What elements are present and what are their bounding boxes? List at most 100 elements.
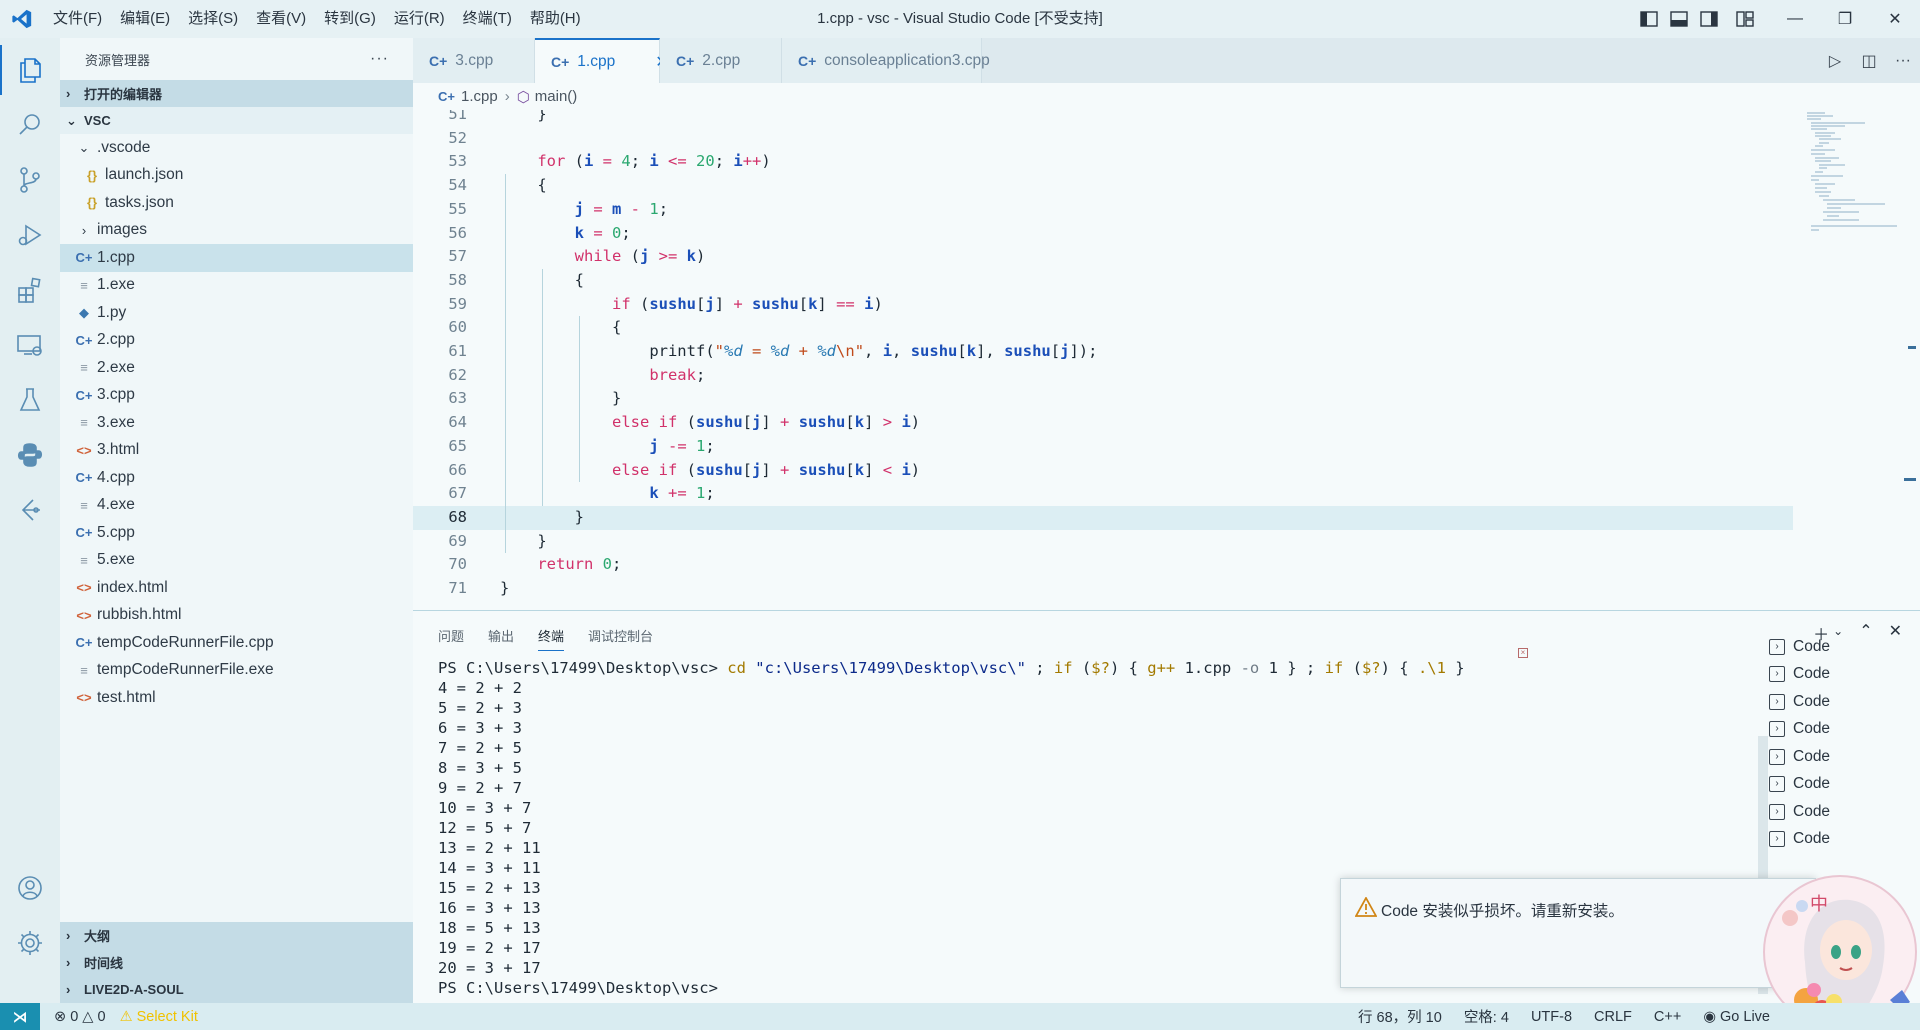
tree-item[interactable]: ≡ 3.exe bbox=[60, 409, 413, 437]
tree-item[interactable]: ≡ 2.exe bbox=[60, 354, 413, 382]
editor-tab[interactable]: C+ 2.cpp bbox=[660, 38, 782, 83]
tree-item[interactable]: ◆ 1.py bbox=[60, 299, 413, 327]
code-editor[interactable]: 51 } 52 53 for (i = 4; i <= 20; i++) 54 {55… bbox=[413, 110, 1920, 610]
panel-tab[interactable]: 问题 bbox=[438, 626, 464, 651]
cpp-file-icon: C+ bbox=[551, 53, 570, 70]
tree-item[interactable]: ≡ tempCodeRunnerFile.exe bbox=[60, 657, 413, 685]
menu-item[interactable]: 运行(R) bbox=[385, 0, 454, 38]
terminal-output[interactable]: PS C:\Users\17499\Desktop\vsc> cd "c:\Us… bbox=[438, 658, 1465, 998]
panel-tab[interactable]: 终端 bbox=[538, 626, 565, 651]
tree-item-label: tempCodeRunnerFile.exe bbox=[97, 661, 274, 679]
search-icon[interactable] bbox=[0, 100, 60, 150]
tree-item[interactable]: <> rubbish.html bbox=[60, 602, 413, 630]
terminal-command-token: .\1 bbox=[1417, 659, 1446, 677]
menu-item[interactable]: 选择(S) bbox=[179, 0, 247, 38]
code-token: ; bbox=[612, 555, 622, 574]
tree-item[interactable]: ≡ 5.exe bbox=[60, 547, 413, 575]
run-debug-icon[interactable] bbox=[0, 210, 60, 260]
split-editor-icon[interactable]: ◫ bbox=[1852, 51, 1886, 71]
tree-item[interactable]: {} launch.json bbox=[60, 162, 413, 190]
section-outline[interactable]: › 大纲 bbox=[60, 922, 413, 949]
tree-item[interactable]: <> 3.html bbox=[60, 437, 413, 465]
settings-gear-icon[interactable] bbox=[0, 918, 60, 968]
terminal-list-item[interactable]: › Code bbox=[1769, 716, 1919, 744]
tree-item[interactable]: C+ 2.cpp bbox=[60, 327, 413, 355]
section-folder[interactable]: ⌄ VSC bbox=[60, 107, 413, 134]
tree-item[interactable]: C+ tempCodeRunnerFile.cpp bbox=[60, 629, 413, 657]
tree-item[interactable]: C+ 4.cpp bbox=[60, 464, 413, 492]
testing-icon[interactable] bbox=[0, 375, 60, 425]
code-token: [ bbox=[845, 413, 855, 432]
gitlens-icon[interactable] bbox=[0, 485, 60, 535]
minimap[interactable] bbox=[1805, 110, 1900, 260]
tree-item[interactable]: ≡ 1.exe bbox=[60, 272, 413, 300]
restore-button[interactable]: ❐ bbox=[1820, 0, 1870, 38]
tree-item[interactable]: C+ 5.cpp bbox=[60, 519, 413, 547]
tree-item[interactable]: <> index.html bbox=[60, 574, 413, 602]
panel-tab[interactable]: 调试控制台 bbox=[588, 626, 653, 651]
code-text: if (sushu[j] + sushu[k] == i) bbox=[500, 293, 883, 317]
tree-item[interactable]: C+ 1.cpp bbox=[60, 244, 413, 272]
language-mode[interactable]: C++ bbox=[1654, 1009, 1681, 1025]
tree-item-label: 2.exe bbox=[97, 358, 135, 376]
more-actions-icon[interactable]: ··· bbox=[370, 50, 389, 68]
warning-icon bbox=[1355, 897, 1377, 917]
indent-guide bbox=[504, 174, 506, 554]
run-code-icon[interactable]: ▷ bbox=[1818, 51, 1852, 71]
indentation[interactable]: 空格: 4 bbox=[1464, 1006, 1509, 1027]
menu-item[interactable]: 文件(F) bbox=[44, 0, 111, 38]
problems-indicator[interactable]: ⊗ 0 △ 0 bbox=[54, 1009, 106, 1025]
encoding[interactable]: UTF-8 bbox=[1531, 1009, 1572, 1025]
toggle-primary-sidebar-icon[interactable] bbox=[1634, 0, 1664, 38]
svg-text:中: 中 bbox=[1810, 894, 1828, 915]
code-text: } bbox=[500, 110, 546, 127]
source-control-icon[interactable] bbox=[0, 155, 60, 205]
go-live-button[interactable]: ◉ Go Live bbox=[1703, 1009, 1770, 1025]
terminal-list-item[interactable]: › Code bbox=[1769, 633, 1919, 661]
menu-item[interactable]: 帮助(H) bbox=[521, 0, 590, 38]
accounts-icon[interactable] bbox=[0, 863, 60, 913]
explorer-icon[interactable] bbox=[0, 45, 60, 95]
tree-item[interactable]: <> test.html bbox=[60, 684, 413, 712]
end-of-line[interactable]: CRLF bbox=[1594, 1009, 1632, 1025]
menu-item[interactable]: 查看(V) bbox=[247, 0, 315, 38]
section-live2d[interactable]: › LIVE2D-A-SOUL bbox=[60, 976, 413, 1003]
terminal-list-item[interactable]: › Code bbox=[1769, 826, 1919, 854]
breadcrumb-symbol[interactable]: main() bbox=[535, 88, 578, 105]
tree-item[interactable]: C+ 3.cpp bbox=[60, 382, 413, 410]
terminal-list-item[interactable]: › Code bbox=[1769, 688, 1919, 716]
breadcrumb-file[interactable]: 1.cpp bbox=[461, 88, 498, 105]
editor-tab[interactable]: C+ consoleapplication3.cpp bbox=[782, 38, 990, 83]
more-actions-icon[interactable]: ··· bbox=[1886, 52, 1920, 70]
terminal-list-item[interactable]: › Code bbox=[1769, 771, 1919, 799]
extensions-icon[interactable] bbox=[0, 265, 60, 315]
toggle-secondary-sidebar-icon[interactable] bbox=[1694, 0, 1724, 38]
python-icon[interactable] bbox=[0, 430, 60, 480]
chevron-right-icon: › bbox=[66, 86, 71, 101]
menu-item[interactable]: 终端(T) bbox=[454, 0, 521, 38]
section-open-editors[interactable]: › 打开的编辑器 bbox=[60, 80, 413, 107]
customize-layout-icon[interactable] bbox=[1730, 0, 1760, 38]
minimize-button[interactable]: — bbox=[1770, 0, 1820, 38]
menu-item[interactable]: 转到(G) bbox=[315, 0, 385, 38]
tree-item[interactable]: ⌄ .vscode bbox=[60, 134, 413, 162]
tree-item[interactable]: › images bbox=[60, 217, 413, 245]
editor-tab[interactable]: C+ 3.cpp bbox=[413, 38, 535, 83]
toggle-panel-icon[interactable] bbox=[1664, 0, 1694, 38]
terminal-list-label: Code bbox=[1793, 665, 1831, 683]
remote-explorer-icon[interactable] bbox=[0, 320, 60, 370]
terminal-list-item[interactable]: › Code bbox=[1769, 661, 1919, 689]
close-window-button[interactable]: ✕ bbox=[1870, 0, 1920, 38]
tree-item-label: tasks.json bbox=[105, 193, 174, 211]
menu-item[interactable]: 编辑(E) bbox=[111, 0, 179, 38]
tree-item[interactable]: ≡ 4.exe bbox=[60, 492, 413, 520]
cursor-position[interactable]: 行 68，列 10 bbox=[1358, 1006, 1442, 1027]
tree-item[interactable]: {} tasks.json bbox=[60, 189, 413, 217]
section-timeline[interactable]: › 时间线 bbox=[60, 949, 413, 976]
remote-indicator-icon[interactable]: ⋊ bbox=[0, 1003, 40, 1030]
terminal-list-item[interactable]: › Code bbox=[1769, 798, 1919, 826]
panel-tab[interactable]: 输出 bbox=[488, 626, 514, 651]
terminal-list-item[interactable]: › Code bbox=[1769, 743, 1919, 771]
editor-tab[interactable]: C+1.cpp✕ bbox=[535, 38, 669, 83]
select-kit[interactable]: ⚠ Select Kit bbox=[120, 1009, 198, 1025]
